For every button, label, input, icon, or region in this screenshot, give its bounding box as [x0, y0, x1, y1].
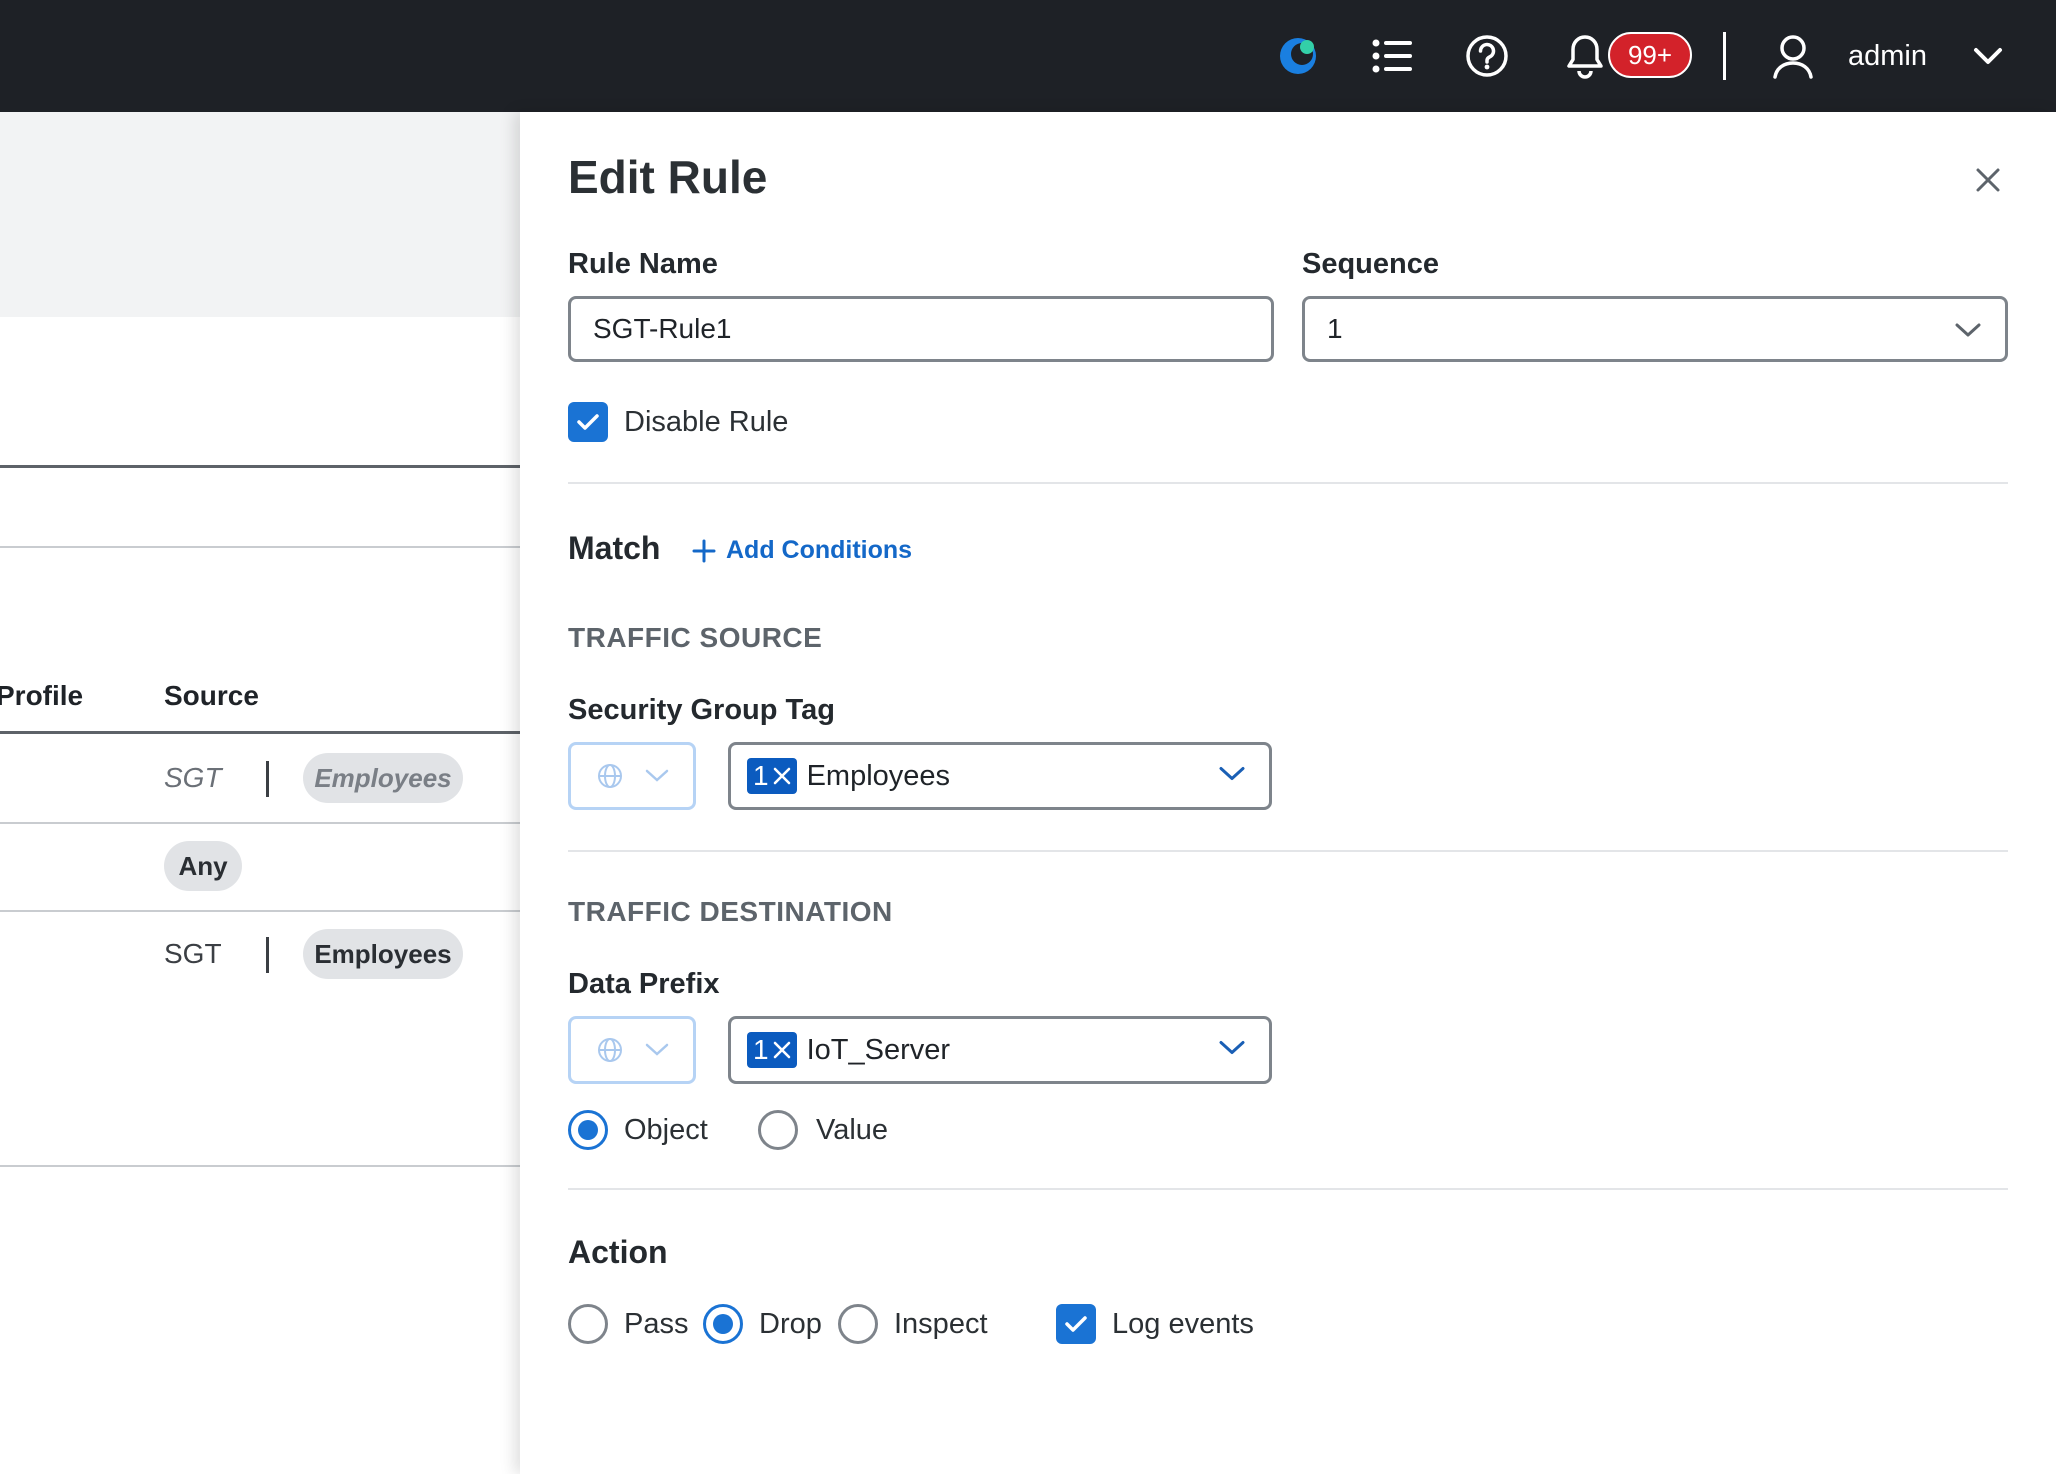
selected-value: IoT_Server: [806, 1033, 951, 1066]
task-list-icon[interactable]: [1366, 0, 1420, 112]
chevron-down-icon: [645, 769, 668, 782]
traffic-destination-heading: TRAFFIC DESTINATION: [568, 896, 893, 927]
log-events-checkbox[interactable]: [1056, 1304, 1096, 1344]
chevron-down-icon: [1219, 766, 1245, 787]
drop-radio[interactable]: [703, 1304, 743, 1344]
divider: [0, 1165, 520, 1167]
object-radio-row[interactable]: Object: [568, 1110, 708, 1150]
chip-count: 1: [753, 760, 769, 791]
value-radio-row[interactable]: Value: [758, 1110, 888, 1150]
globe-icon: [597, 764, 622, 788]
add-conditions-button[interactable]: Add Conditions: [692, 536, 912, 565]
data-prefix-select[interactable]: 1 IoT_Server: [728, 1016, 1272, 1084]
selection-count-chip[interactable]: 1: [747, 1032, 797, 1068]
clear-icon[interactable]: [773, 1034, 791, 1066]
chevron-down-icon[interactable]: [1970, 0, 2006, 112]
chevron-down-icon: [1955, 313, 1981, 345]
table-header-divider: [0, 731, 520, 734]
divider: [0, 546, 520, 548]
edit-rule-drawer: Edit Rule Rule Name SGT-Rule1 Sequence 1…: [520, 112, 2056, 1474]
section-divider: [568, 850, 2008, 852]
security-group-tag-select[interactable]: 1 Employees: [728, 742, 1272, 810]
destination-scope-select[interactable]: [568, 1016, 696, 1084]
app-logo-icon[interactable]: [1272, 0, 1324, 112]
help-icon[interactable]: [1462, 0, 1512, 112]
drawer-title: Edit Rule: [568, 151, 768, 203]
traffic-source-heading: TRAFFIC SOURCE: [568, 622, 823, 653]
sequence-value: 1: [1327, 313, 1343, 344]
clear-icon[interactable]: [773, 760, 791, 792]
topbar-divider: [1723, 32, 1726, 80]
disable-rule-checkbox[interactable]: [568, 402, 608, 442]
notification-count-badge[interactable]: 99+: [1608, 32, 1692, 78]
username-label[interactable]: admin: [1848, 36, 1927, 76]
object-label: Object: [624, 1113, 708, 1146]
sequence-label: Sequence: [1302, 248, 1439, 280]
column-header-source[interactable]: Source: [164, 680, 259, 712]
value-radio[interactable]: [758, 1110, 798, 1150]
close-icon[interactable]: [1968, 160, 2008, 200]
chevron-down-icon: [645, 1043, 668, 1056]
bell-icon[interactable]: [1560, 0, 1610, 112]
inspect-radio[interactable]: [838, 1304, 878, 1344]
rule-name-label: Rule Name: [568, 248, 718, 280]
divider: [0, 465, 520, 468]
pass-radio[interactable]: [568, 1304, 608, 1344]
disable-rule-label: Disable Rule: [624, 405, 789, 438]
rule-name-input[interactable]: SGT-Rule1: [568, 296, 1274, 362]
log-events-label: Log events: [1112, 1307, 1254, 1340]
sequence-select[interactable]: 1: [1302, 296, 2008, 362]
source-pill: Employees: [303, 929, 463, 979]
drop-label: Drop: [759, 1307, 822, 1340]
background-panel: [0, 112, 520, 317]
selection-count-chip[interactable]: 1: [747, 758, 797, 794]
drop-radio-row[interactable]: Drop: [703, 1304, 822, 1344]
source-pill: Employees: [303, 753, 463, 803]
section-divider: [568, 482, 2008, 484]
action-title: Action: [568, 1234, 668, 1270]
add-conditions-label: Add Conditions: [726, 536, 913, 564]
separator: [266, 761, 269, 797]
data-prefix-label: Data Prefix: [568, 968, 720, 1000]
table-row-divider: [0, 910, 520, 912]
rule-name-value: SGT-Rule1: [593, 313, 732, 344]
inspect-label: Inspect: [894, 1307, 988, 1340]
source-pill: Any: [164, 841, 242, 891]
column-header-profile[interactable]: Profile: [0, 680, 83, 712]
table-row-divider: [0, 822, 520, 824]
value-label: Value: [816, 1113, 889, 1146]
source-type: SGT: [164, 762, 222, 793]
match-title: Match: [568, 530, 661, 566]
log-events-checkbox-row[interactable]: Log events: [1056, 1304, 1254, 1344]
disable-rule-checkbox-row[interactable]: Disable Rule: [568, 402, 788, 442]
inspect-radio-row[interactable]: Inspect: [838, 1304, 988, 1344]
object-radio[interactable]: [568, 1110, 608, 1150]
security-group-tag-label: Security Group Tag: [568, 694, 835, 726]
user-icon[interactable]: [1768, 0, 1818, 112]
pass-radio-row[interactable]: Pass: [568, 1304, 688, 1344]
separator: [266, 937, 269, 973]
globe-icon: [597, 1038, 622, 1062]
plus-icon: [692, 539, 716, 562]
selected-value: Employees: [806, 759, 951, 792]
chip-count: 1: [753, 1034, 769, 1065]
chevron-down-icon: [1219, 1040, 1245, 1061]
source-type: SGT: [164, 938, 222, 969]
top-navigation-bar: 99+ admin: [0, 0, 2056, 112]
pass-label: Pass: [624, 1307, 689, 1340]
section-divider: [568, 1188, 2008, 1190]
source-scope-select[interactable]: [568, 742, 696, 810]
